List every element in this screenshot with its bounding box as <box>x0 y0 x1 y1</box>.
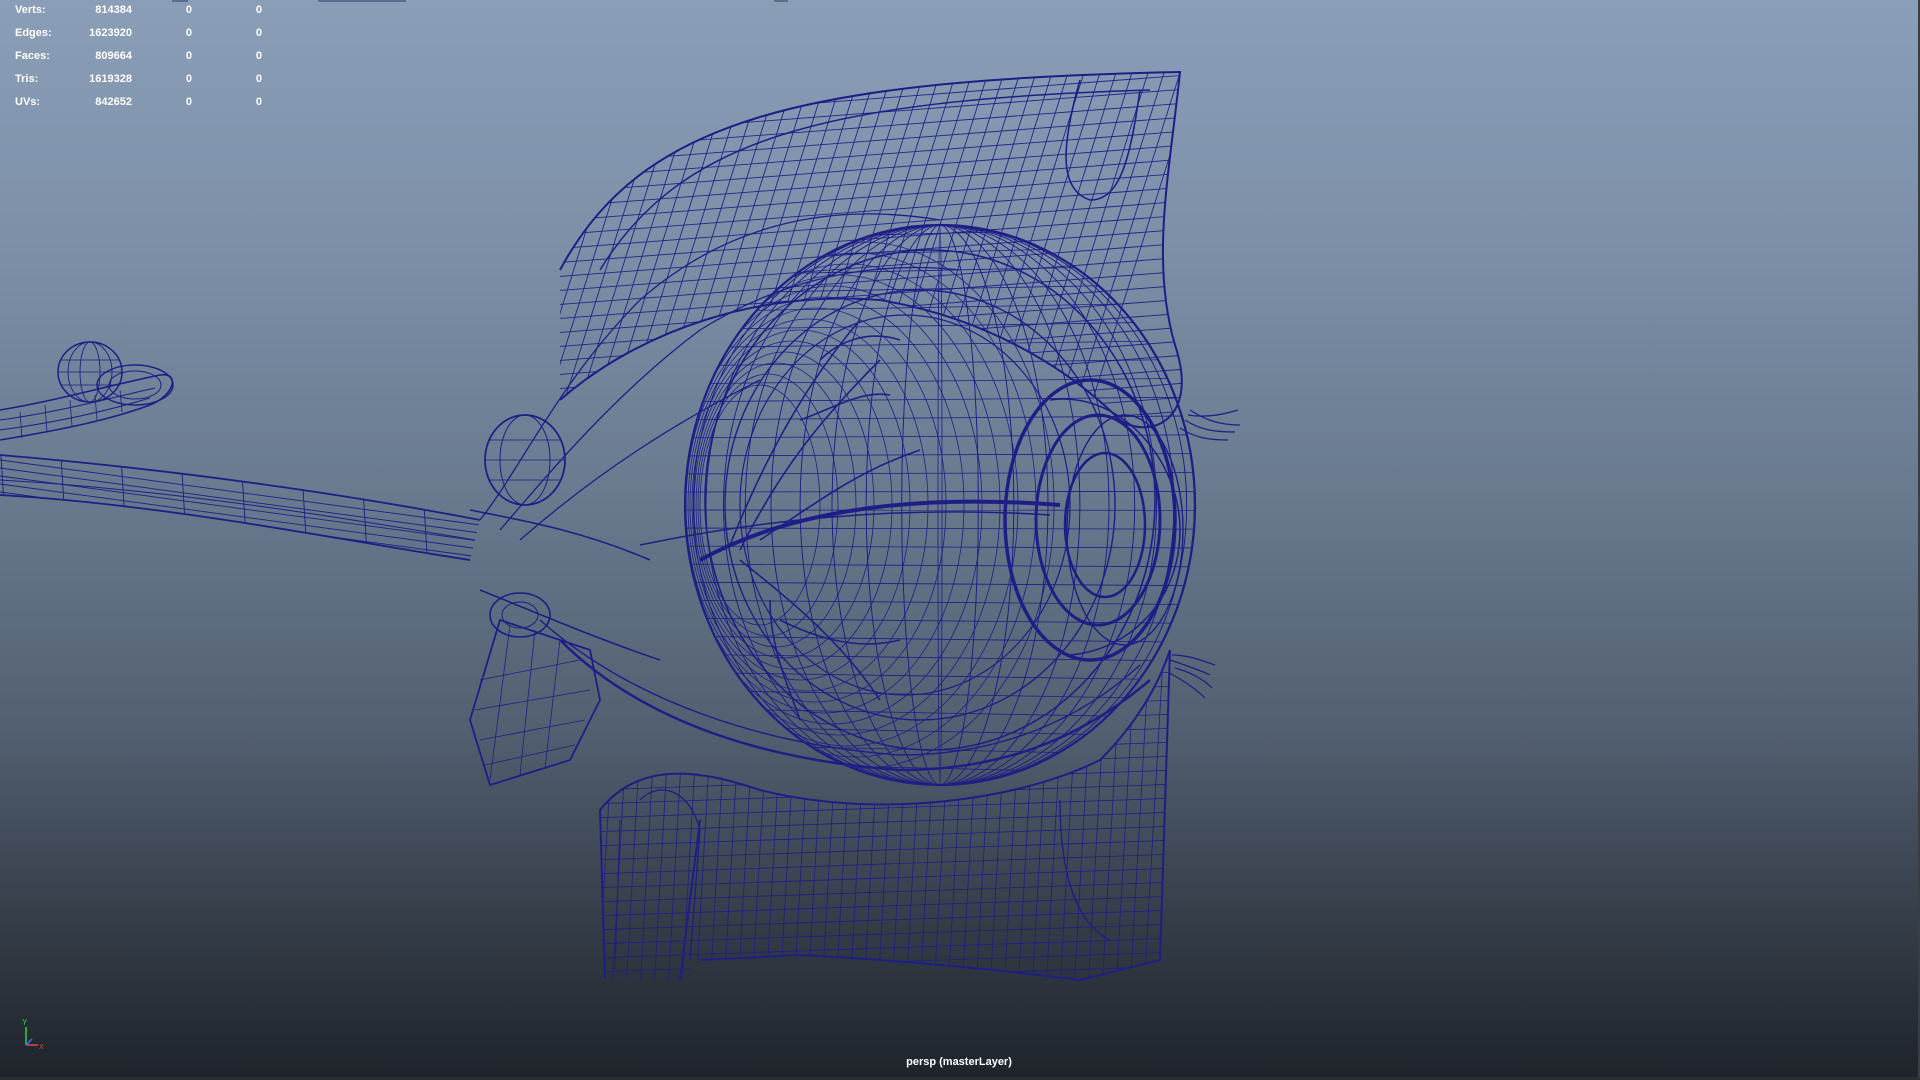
hud-component: 0 <box>255 4 262 16</box>
hud-label: Edges: <box>15 27 52 39</box>
wire-edge <box>0 459 480 526</box>
hud-component: 0 <box>255 50 262 62</box>
wire-edge <box>685 490 1195 493</box>
eye-wireframe-model[interactable] <box>0 0 1918 1077</box>
wire-edge <box>723 225 1157 785</box>
wire-edge <box>685 263 1019 747</box>
wire-edge <box>600 650 1170 651</box>
wire-edge <box>119 455 129 560</box>
lower-left-block-wire <box>469 618 601 787</box>
wire-edge <box>699 384 821 626</box>
wire-edge <box>685 225 1195 785</box>
wire-edge <box>560 72 593 428</box>
hud-selected: 0 <box>185 96 192 108</box>
wire-edge <box>685 225 1195 785</box>
wire-edge <box>560 72 625 428</box>
camera-label: persp (masterLayer) <box>906 1056 1012 1068</box>
wire-edge <box>685 453 1195 457</box>
wire-edge <box>179 455 189 560</box>
wire-edge <box>692 225 1188 785</box>
wire-edge <box>560 72 561 428</box>
wire-edge <box>560 73 1182 125</box>
viewport-panel[interactable]: Verts: 814384 0 0 Edges: 1623920 0 0 Fac… <box>0 0 1920 1080</box>
wire-edge <box>560 325 1182 377</box>
wire-edge <box>560 269 1182 321</box>
hud-selected: 0 <box>185 4 192 16</box>
wire-edge <box>600 685 1170 707</box>
wire-edge <box>705 225 1175 785</box>
wire-edge <box>359 455 369 560</box>
wire-edge <box>560 101 1182 153</box>
axis-y-label: Y <box>22 1018 28 1027</box>
hud-selected: 0 <box>185 50 192 62</box>
wire-edge <box>570 640 590 990</box>
lower-lid-wire <box>570 640 1170 990</box>
wire-edge <box>723 225 1157 785</box>
wire-edge <box>560 72 577 428</box>
wire-edge <box>692 225 1188 785</box>
wire-edge <box>560 143 1182 195</box>
hud-selected: 0 <box>185 27 192 39</box>
wire-edge <box>705 225 1175 785</box>
hud-label: UVs: <box>15 96 41 108</box>
wire-edge <box>560 72 1182 111</box>
wire-edge <box>479 455 480 560</box>
vessel-tube-wire <box>0 341 174 441</box>
wire-edge <box>685 527 1195 530</box>
hud-selected: 0 <box>185 73 192 85</box>
wire-edge <box>419 455 429 560</box>
wire-edge <box>685 225 1195 785</box>
hud-total: 1623920 <box>89 27 132 39</box>
wire-edge <box>567 72 689 428</box>
hud-label: Tris: <box>15 73 39 85</box>
hud-total: 842652 <box>95 96 132 108</box>
wire-edge <box>560 367 1182 419</box>
wire-edge <box>0 475 480 542</box>
wire-edge <box>685 779 1195 785</box>
wire-edge <box>583 72 705 428</box>
wire-edge <box>0 491 480 558</box>
hud-label: Faces: <box>15 50 50 62</box>
hud-label: Verts: <box>15 4 46 16</box>
wire-edge <box>831 225 1049 785</box>
hud-component: 0 <box>255 27 262 39</box>
wire-edge <box>560 213 1182 265</box>
wire-edge <box>937 225 943 785</box>
wire-edge <box>299 455 309 560</box>
wire-edge <box>1063 72 1182 428</box>
hud-component: 0 <box>255 73 262 85</box>
wire-edge <box>685 581 1195 587</box>
axis-x-label: X <box>39 1044 44 1051</box>
wire-edge <box>0 455 9 560</box>
wire-edge <box>685 377 1195 385</box>
wire-edge <box>560 115 1182 167</box>
wire-edge <box>560 129 1182 181</box>
wire-edge <box>239 455 249 560</box>
wire-edge <box>560 157 1182 209</box>
wire-edge <box>560 72 609 428</box>
wire-edge <box>599 72 721 428</box>
wire-edge <box>831 225 1049 785</box>
wire-edge <box>685 472 1195 475</box>
hud-total: 814384 <box>95 4 132 16</box>
hud-total: 809664 <box>95 50 132 62</box>
hud-component: 0 <box>255 96 262 108</box>
wire-edge <box>560 72 657 428</box>
wire-edge <box>59 455 69 560</box>
axis-gizmo-icon: Y X <box>22 1018 44 1051</box>
hud-total: 1619328 <box>89 73 132 85</box>
wire-edge <box>0 483 480 550</box>
